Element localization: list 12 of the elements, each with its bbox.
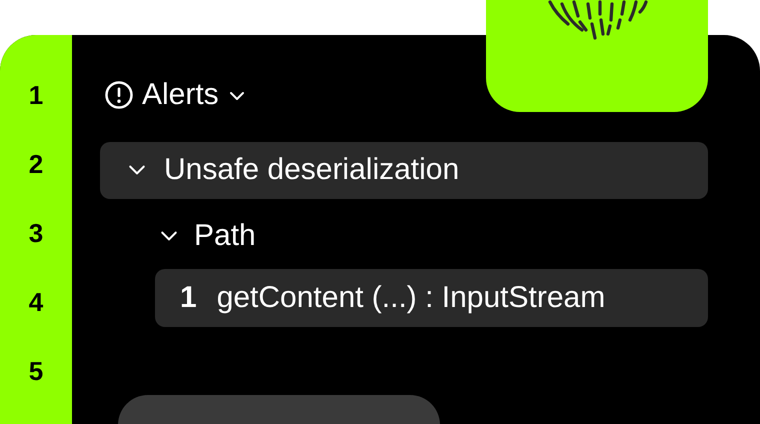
step-number: 1 <box>180 281 197 316</box>
alert-item[interactable]: Unsafe deserialization <box>100 142 708 199</box>
line-number: 4 <box>28 286 44 319</box>
line-number: 3 <box>28 217 44 250</box>
step-label: getContent (...) : InputStream <box>216 281 606 316</box>
alert-icon <box>104 80 134 110</box>
path-node[interactable]: Path <box>100 218 708 254</box>
line-number: 2 <box>28 148 44 181</box>
alerts-dropdown[interactable]: Alerts <box>142 78 219 112</box>
line-number: 5 <box>28 355 44 388</box>
path-step[interactable]: 1 getContent (...) : InputStream <box>155 269 708 328</box>
line-number: 1 <box>28 79 44 112</box>
